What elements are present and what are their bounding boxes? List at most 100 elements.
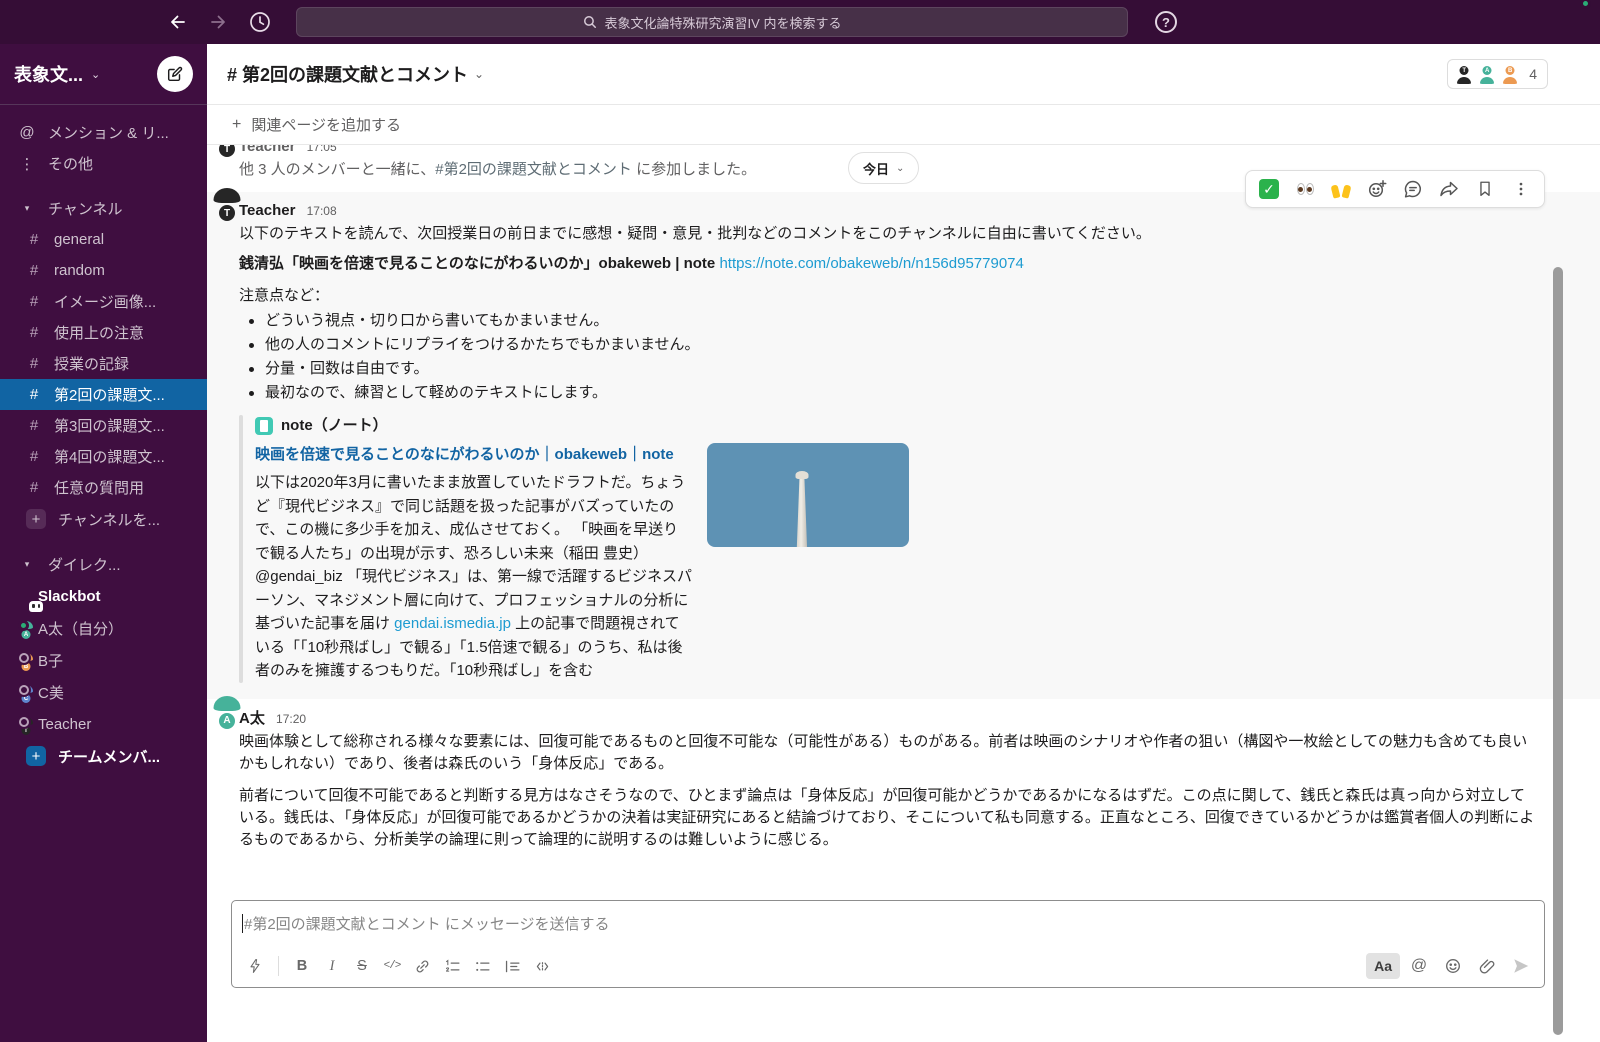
member-avatar: B bbox=[1500, 64, 1520, 84]
mention-button[interactable]: @ bbox=[1404, 951, 1434, 981]
emoji-add-icon bbox=[1367, 179, 1387, 199]
ordered-list-icon bbox=[444, 958, 461, 975]
sidebar-channel-session4[interactable]: # 第4回の課題文... bbox=[0, 441, 207, 472]
quick-reaction-check-button[interactable]: ✓ bbox=[1252, 174, 1286, 204]
teacher-message: T Teacher 17:08 以下のテキストを読んで、次回授業日の前日までに感… bbox=[207, 192, 1600, 699]
strikethrough-button[interactable]: S bbox=[347, 951, 377, 981]
emoji-picker-button[interactable] bbox=[1438, 951, 1468, 981]
vertical-dots-icon bbox=[1512, 180, 1530, 198]
sidebar-dm-bko[interactable]: B B子 bbox=[0, 644, 207, 676]
presence-offline-dot bbox=[19, 685, 29, 695]
blockquote-button[interactable] bbox=[497, 951, 527, 981]
sidebar-channel-random[interactable]: # random bbox=[0, 255, 207, 286]
add-related-pages-button[interactable]: + 関連ページを追加する bbox=[207, 105, 1600, 145]
italic-button[interactable]: I bbox=[317, 951, 347, 981]
composer-placeholder: #第2回の課題文献とコメント にメッセージを送信する bbox=[244, 913, 610, 934]
sidebar-channel-session2-selected[interactable]: # 第2回の課題文... bbox=[0, 379, 207, 410]
message-paragraph: 映画体験として総称される様々な要素には、回復可能であるものと回復不可能な（可能性… bbox=[239, 731, 1536, 775]
notes-label: 注意点など： bbox=[239, 285, 1536, 307]
reading-headline: 銭清弘「映画を倍速で見ることのなにがわるいのか」obakeweb | note … bbox=[239, 253, 1536, 275]
author-name[interactable]: Teacher bbox=[239, 145, 295, 155]
more-actions-button[interactable] bbox=[1504, 174, 1538, 204]
sidebar-channel-class-records[interactable]: # 授業の記録 bbox=[0, 348, 207, 379]
main-pane: # 第2回の課題文献とコメント ⌄ T A B 4 + 関連ページを追加する ✓ bbox=[207, 44, 1600, 1042]
unfurl-thumbnail-image[interactable] bbox=[707, 443, 909, 547]
arrow-left-icon bbox=[168, 12, 188, 32]
history-forward-button[interactable] bbox=[204, 8, 232, 36]
hash-icon: # bbox=[26, 479, 42, 496]
compose-pencil-icon bbox=[166, 65, 184, 83]
message-list: 今日 ⌄ T Teacher 17:05 他 3 人のメンバーと一緒に、#第2回… bbox=[207, 145, 1600, 902]
unfurl-site-row: note（ノート） bbox=[255, 415, 693, 437]
quick-reaction-eyes-button[interactable] bbox=[1288, 174, 1322, 204]
message-input[interactable]: #第2回の課題文献とコメント にメッセージを送信する bbox=[232, 901, 1544, 945]
author-name[interactable]: Teacher bbox=[239, 202, 295, 219]
sidebar-item-more[interactable]: ⋮ その他 bbox=[0, 148, 207, 179]
chevron-down-icon: ⌄ bbox=[896, 163, 904, 174]
channel-mention-link[interactable]: #第2回の課題文献とコメント bbox=[435, 161, 632, 178]
reply-in-thread-button[interactable] bbox=[1396, 174, 1430, 204]
search-input[interactable]: 表象文化論特殊研究演習IV 内を検索する bbox=[296, 7, 1128, 37]
send-button[interactable] bbox=[1506, 951, 1536, 981]
help-button[interactable]: ? bbox=[1152, 8, 1180, 36]
gendai-url-link[interactable]: gendai.ismedia.jp bbox=[394, 615, 511, 632]
sidebar-channel-general[interactable]: # general bbox=[0, 224, 207, 255]
formatting-toggle-button[interactable]: Aa bbox=[1366, 953, 1400, 979]
note-article-url-link[interactable]: https://note.com/obakeweb/n/n156d9577907… bbox=[719, 255, 1023, 272]
sidebar-dm-teacher[interactable]: T Teacher bbox=[0, 708, 207, 740]
save-message-button[interactable] bbox=[1468, 174, 1502, 204]
sidebar-channel-image[interactable]: # イメージ画像... bbox=[0, 286, 207, 317]
question-mark-icon: ? bbox=[1155, 11, 1177, 33]
vertical-scrollbar[interactable] bbox=[1553, 267, 1563, 1035]
member-avatar: A bbox=[1477, 64, 1497, 84]
bulleted-list-button[interactable] bbox=[467, 951, 497, 981]
dms-section-header[interactable]: ▾ ダイレク... bbox=[0, 549, 207, 580]
bullet-item: 他の人のコメントにリプライをつけるかたちでもかまいません。 bbox=[239, 333, 1536, 357]
author-name[interactable]: A太 bbox=[239, 710, 265, 727]
channel-title-button[interactable]: # 第2回の課題文献とコメント ⌄ bbox=[227, 61, 484, 87]
top-bar: 表象文化論特殊研究演習IV 内を検索する ? A bbox=[0, 0, 1600, 44]
timestamp[interactable]: 17:08 bbox=[307, 204, 337, 218]
sidebar-item-mentions[interactable]: @ メンション & リ... bbox=[0, 117, 207, 148]
inline-code-button[interactable]: </> bbox=[377, 951, 407, 981]
invite-members-button[interactable]: + チームメンバ... bbox=[0, 740, 207, 772]
timestamp[interactable]: 17:20 bbox=[276, 712, 306, 726]
note-favicon bbox=[255, 417, 273, 435]
sidebar-dm-slackbot[interactable]: Slackbot bbox=[0, 580, 207, 612]
add-channel-button[interactable]: + チャンネルを... bbox=[0, 503, 207, 535]
sidebar-channel-questions[interactable]: # 任意の質問用 bbox=[0, 472, 207, 503]
add-reaction-button[interactable] bbox=[1360, 174, 1394, 204]
tower-photo-shape bbox=[793, 475, 810, 547]
code-block-button[interactable] bbox=[527, 951, 557, 981]
link-button[interactable] bbox=[407, 951, 437, 981]
timestamp[interactable]: 17:05 bbox=[307, 145, 337, 154]
ordered-list-button[interactable] bbox=[437, 951, 467, 981]
sidebar-dm-self[interactable]: A A太（自分） bbox=[0, 612, 207, 644]
shortcuts-button[interactable] bbox=[240, 951, 270, 981]
unfurl-title-link[interactable]: 映画を倍速で見ることのなにがわるいのか｜obakeweb｜note bbox=[255, 443, 693, 467]
history-menu-button[interactable] bbox=[246, 8, 274, 36]
unfurl-border-bar bbox=[239, 415, 243, 683]
compose-button[interactable] bbox=[157, 56, 193, 92]
message-text: 以下のテキストを読んで、次回授業日の前日までに感想・疑問・意見・批判などのコメン… bbox=[239, 223, 1536, 245]
workspace-header[interactable]: 表象文... ⌄ bbox=[0, 44, 207, 105]
text-cursor bbox=[242, 914, 243, 933]
share-message-button[interactable] bbox=[1432, 174, 1466, 204]
presence-online-dot bbox=[18, 620, 29, 631]
bold-button[interactable]: B bbox=[287, 951, 317, 981]
date-divider-pill[interactable]: 今日 ⌄ bbox=[848, 152, 919, 184]
notes-bullet-list: どういう視点・切り口から書いてもかまいません。 他の人のコメントにリプライをつけ… bbox=[239, 309, 1536, 405]
hash-icon: # bbox=[26, 386, 42, 403]
channel-members-button[interactable]: T A B 4 bbox=[1447, 59, 1548, 89]
sidebar-channel-session3[interactable]: # 第3回の課題文... bbox=[0, 410, 207, 441]
bookmark-icon bbox=[1476, 180, 1494, 198]
sidebar-channel-usage-notes[interactable]: # 使用上の注意 bbox=[0, 317, 207, 348]
channels-section-header[interactable]: ▾ チャンネル bbox=[0, 193, 207, 224]
hash-icon: # bbox=[26, 355, 42, 372]
history-back-button[interactable] bbox=[164, 8, 192, 36]
quick-reaction-hands-button[interactable] bbox=[1324, 174, 1358, 204]
sidebar-dm-cmi[interactable]: C C美 bbox=[0, 676, 207, 708]
presence-offline-dot bbox=[19, 717, 29, 727]
link-preview-card: note（ノート） 映画を倍速で見ることのなにがわるいのか｜obakeweb｜n… bbox=[239, 415, 1536, 683]
attach-file-button[interactable] bbox=[1472, 951, 1502, 981]
